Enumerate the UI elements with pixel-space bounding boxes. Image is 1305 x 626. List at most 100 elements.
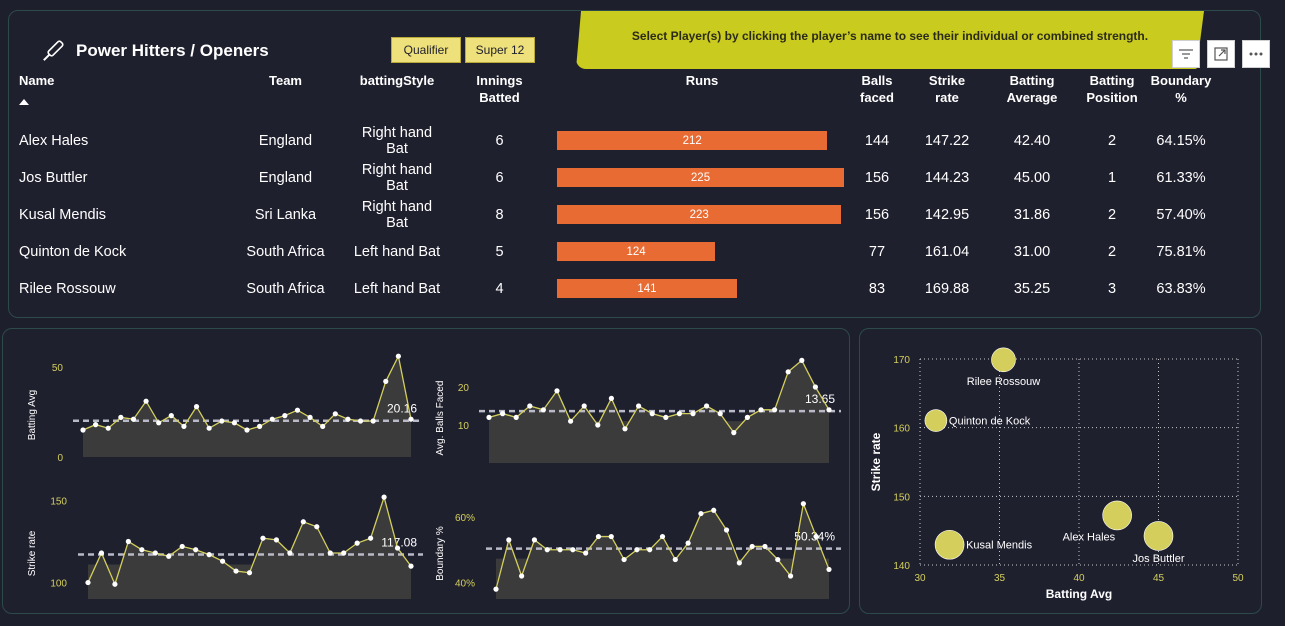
player-name[interactable]: Alex Hales [19,122,219,159]
data-point [595,422,601,428]
more-options-button[interactable] [1242,40,1270,68]
data-point [179,543,185,550]
x-tick-label: 40 [1073,573,1085,584]
innings-cell: 5 [495,243,504,260]
boundary-cell: 63.83% [1156,280,1206,297]
instruction-text: Select Player(s) by clicking the player’… [631,29,1149,43]
data-point [785,369,791,375]
data-point [758,407,764,413]
data-point [327,550,333,556]
column-header-batting-average[interactable]: Batting Average [987,72,1077,122]
player-name[interactable]: Rilee Rossouw [19,270,219,307]
scatter-point[interactable] [991,347,1016,373]
data-point [381,494,387,500]
column-header-name[interactable]: Name [19,72,219,122]
y-tick-label: 150 [50,496,67,507]
data-point [704,403,710,409]
data-point [181,423,187,429]
y-tick-label: 60% [455,513,475,524]
player-name[interactable]: Jos Buttler [19,159,219,196]
table-row: Quinton de Kock South Africa Left hand Bat… [19,233,1215,270]
data-point [273,537,280,543]
column-header-runs[interactable]: Runs [557,72,847,122]
runs-cell: 124 [557,233,847,270]
data-point [300,519,306,525]
y-tick-label: 50 [52,363,64,374]
data-point [557,547,563,553]
data-point [408,563,414,569]
scatter-point-label: Alex Hales [1063,531,1116,543]
x-tick-label: 35 [994,573,1006,584]
data-point [544,547,550,553]
data-point [246,570,253,576]
filter-icon [1179,49,1193,59]
data-point [685,540,691,546]
data-point [130,416,137,422]
column-header-balls-faced[interactable]: Balls faced [847,72,907,122]
filter-button[interactable] [1172,40,1200,68]
data-point [260,535,266,541]
data-point [152,550,158,556]
data-point [636,403,642,409]
data-point [93,422,99,428]
data-point [345,416,351,422]
scatter-point[interactable] [934,529,965,560]
data-point [287,550,293,556]
data-point [282,413,288,419]
data-point [711,507,717,513]
y-axis-label: Boundary % [435,526,446,581]
data-point [812,384,819,390]
super12-filter-chip[interactable]: Super 12 [465,37,535,63]
runs-bar-label: 225 [690,172,711,184]
runs-cell: 223 [557,196,847,233]
instruction-banner: Select Player(s) by clicking the player’… [576,11,1204,69]
player-name[interactable]: Kusal Mendis [19,196,219,233]
scatter-point-label: Kusal Mendis [966,540,1033,552]
batting-position-cell: 2 [1107,132,1117,149]
trend-chart-4: 50.34%60%40%Boundary % [435,501,841,599]
batting-position-cell: 3 [1107,280,1117,297]
qualifier-filter-chip[interactable]: Qualifier [391,37,461,63]
data-point [749,543,755,550]
batting-average-cell: 35.25 [1013,280,1051,297]
y-axis-label: Batting Avg [27,390,38,440]
player-name[interactable]: Quinton de Kock [19,233,219,270]
scatter-point[interactable] [1102,500,1132,531]
column-header-batting-style[interactable]: battingStyle [352,72,442,122]
column-header-innings[interactable]: Innings Batted [442,72,557,122]
data-point [731,430,737,436]
column-header-team[interactable]: Team [219,72,352,122]
table-row: Rilee Rossouw South Africa Left hand Bat 4 1… [19,270,1215,307]
column-header-batting-position[interactable]: Batting Position [1077,72,1147,122]
column-header-boundary[interactable]: Boundary % [1147,72,1215,122]
table-body: Alex Hales England Right hand Bat 6 212 144 14… [19,122,1215,307]
scatter-point[interactable] [924,409,948,432]
data-point [80,427,86,433]
batting-style-cell: Right hand Bat [361,198,433,231]
data-point [143,398,149,404]
balls-faced-cell: 156 [864,206,890,223]
data-point [690,411,696,417]
focus-mode-button[interactable] [1207,40,1235,68]
boundary-cell: 57.40% [1156,206,1206,223]
data-point [193,404,200,410]
scatter-point[interactable] [1143,521,1174,551]
data-point [139,547,145,553]
team-cell: Sri Lanka [254,206,317,223]
data-point [676,411,683,417]
runs-bar-label: 124 [626,246,646,258]
table-row: Kusal Mendis Sri Lanka Right hand Bat 8 223 1… [19,196,1215,233]
strike-rate-cell: 144.23 [924,169,970,186]
data-point [540,407,547,413]
trend-chart-3: 117.08150100Strike rate [27,494,423,599]
strike-rate-cell: 147.22 [924,132,970,149]
batting-style-cell: Right hand Bat [361,124,433,157]
innings-cell: 6 [495,132,504,149]
data-point [595,533,602,540]
runs-bar-track: 212 [557,131,847,150]
more-icon [1249,52,1263,56]
strike-rate-cell: 161.04 [924,243,970,260]
column-header-strike-rate[interactable]: Strike rate [907,72,987,122]
data-point [193,547,199,553]
data-point [698,510,704,517]
